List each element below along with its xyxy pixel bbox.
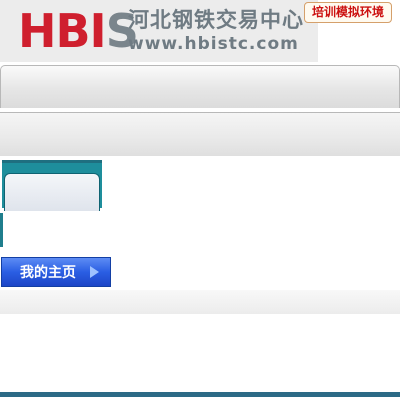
content-divider [0,290,400,314]
header: HBIS 河北钢铁交易中心 www.hbistc.com 培训模拟环境 [0,0,400,62]
my-home-button[interactable]: 我的主页 [1,257,111,287]
secondary-nav-bar [0,112,400,156]
website-url: www.hbistc.com [128,34,299,54]
page: HBIS 河北钢铁交易中心 www.hbistc.com 培训模拟环境 我的主页 [0,0,400,418]
hbis-logo[interactable]: HBIS [18,5,139,57]
top-nav-bar [0,65,400,108]
company-name: 河北钢铁交易中心 [128,8,304,32]
brand-banner: HBIS 河北钢铁交易中心 www.hbistc.com [0,0,318,62]
tab-container [2,160,102,211]
logo-text: 河北钢铁交易中心 www.hbistc.com [128,8,304,54]
environment-badge: 培训模拟环境 [304,2,392,23]
side-marker [0,213,3,247]
tab-active[interactable] [4,173,100,211]
my-home-label: 我的主页 [20,264,76,280]
footer-line [0,392,400,397]
arrow-right-icon [90,266,99,278]
